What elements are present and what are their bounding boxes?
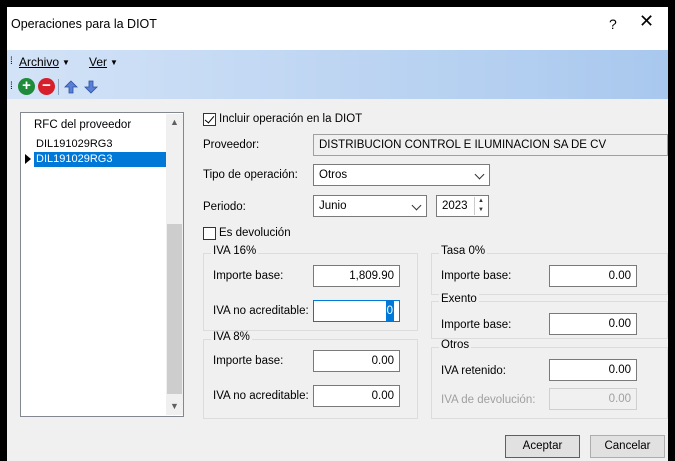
vertical-scrollbar[interactable]: ▲ ▼ (166, 114, 183, 415)
menu-archivo-label: Archivo (19, 55, 60, 69)
add-icon[interactable]: + (18, 78, 35, 95)
cancelar-button[interactable]: Cancelar (590, 435, 665, 458)
iva-retenido-field[interactable]: 0.00 (549, 359, 637, 381)
otros-title: Otros (439, 339, 472, 351)
aceptar-button[interactable]: Aceptar (505, 435, 580, 458)
iva-devolucion-field: 0.00 (549, 388, 637, 410)
devolucion-checkbox[interactable] (203, 227, 216, 240)
help-button[interactable]: ? (609, 16, 617, 32)
iva8-importe-label: Importe base: (213, 355, 284, 367)
incluir-checkbox[interactable] (203, 113, 216, 126)
tasa0-title: Tasa 0% (439, 245, 488, 257)
periodo-label: Periodo: (203, 201, 246, 213)
scroll-up-icon[interactable]: ▲ (166, 114, 183, 131)
iva16-title: IVA 16% (211, 245, 259, 257)
list-item-selected[interactable]: DIL191029RG3 (34, 152, 166, 167)
remove-icon[interactable]: − (38, 78, 55, 95)
incluir-label: Incluir operación en la DIOT (219, 113, 363, 125)
iva16-no-acreditable-field[interactable]: 0 (313, 300, 400, 322)
scrollbar-thumb[interactable] (167, 224, 182, 394)
proveedor-field[interactable]: DISTRIBUCION CONTROL E ILUMINACION SA DE… (313, 134, 668, 156)
close-button[interactable]: ✕ (639, 11, 654, 32)
iva8-no-acreditable-label: IVA no acreditable: (213, 390, 309, 402)
list-item[interactable]: DIL191029RG3 (34, 137, 166, 152)
periodo-anio-value: 2023 (442, 200, 468, 212)
move-up-icon[interactable] (63, 79, 79, 95)
year-spinner[interactable]: ▲ ▼ (474, 197, 487, 215)
iva16-no-acreditable-value: 0 (385, 301, 394, 321)
periodo-mes-select[interactable]: Junio (313, 195, 427, 217)
title-bar: Operaciones para la DIOT ? ✕ (7, 7, 668, 50)
iva8-title: IVA 8% (211, 331, 252, 343)
dialog-content: RFC del proveedor DIL191029RG3 DIL191029… (7, 99, 668, 461)
toolbar: ⁞ + − (7, 75, 668, 99)
rfc-column-header[interactable]: RFC del proveedor (34, 119, 131, 131)
iva8-no-acreditable-field[interactable]: 0.00 (313, 385, 400, 407)
tipo-operacion-label: Tipo de operación: (203, 169, 298, 181)
rfc-grid[interactable]: RFC del proveedor DIL191029RG3 DIL191029… (20, 112, 184, 417)
exento-title: Exento (439, 293, 479, 305)
menu-archivo[interactable]: Archivo ▼ (19, 55, 70, 69)
menu-grip-icon[interactable]: ⁞ (10, 56, 13, 67)
toolbar-separator (58, 79, 59, 95)
iva-retenido-label: IVA retenido: (441, 365, 506, 377)
tipo-operacion-value: Otros (319, 169, 348, 181)
tasa0-importe-label: Importe base: (441, 270, 512, 282)
menu-bar: ⁞ Archivo ▼ Ver ▼ (7, 50, 668, 75)
iva16-no-acreditable-label: IVA no acreditable: (213, 305, 309, 317)
diot-dialog: Operaciones para la DIOT ? ✕ ⁞ Archivo ▼ … (0, 0, 675, 461)
window-title: Operaciones para la DIOT (11, 17, 157, 31)
iva-devolucion-label: IVA de devolución: (441, 394, 536, 406)
periodo-anio-stepper[interactable]: 2023 ▲ ▼ (436, 195, 489, 217)
periodo-mes-value: Junio (319, 200, 347, 212)
scroll-down-icon[interactable]: ▼ (166, 398, 183, 415)
chevron-down-icon: ▼ (62, 58, 70, 67)
proveedor-label: Proveedor: (203, 139, 260, 151)
spin-up-icon[interactable]: ▲ (475, 197, 487, 206)
devolucion-label: Es devolución (219, 227, 291, 239)
spin-down-icon[interactable]: ▼ (475, 206, 487, 215)
exento-importe-label: Importe base: (441, 319, 512, 331)
menu-ver[interactable]: Ver ▼ (89, 55, 118, 69)
current-row-icon (25, 154, 31, 164)
iva16-importe-label: Importe base: (213, 270, 284, 282)
move-down-icon[interactable] (83, 79, 99, 95)
iva8-importe-field[interactable]: 0.00 (313, 350, 400, 372)
iva16-importe-field[interactable]: 1,809.90 (313, 265, 400, 287)
chevron-down-icon: ▼ (110, 58, 118, 67)
exento-importe-field[interactable]: 0.00 (549, 313, 637, 335)
tasa0-importe-field[interactable]: 0.00 (549, 265, 637, 287)
tipo-operacion-select[interactable]: Otros (313, 164, 490, 186)
menu-ver-label: Ver (89, 55, 108, 69)
chevron-down-icon (411, 200, 422, 211)
toolbar-grip-icon[interactable]: ⁞ (10, 81, 13, 92)
chevron-down-icon (474, 169, 485, 180)
